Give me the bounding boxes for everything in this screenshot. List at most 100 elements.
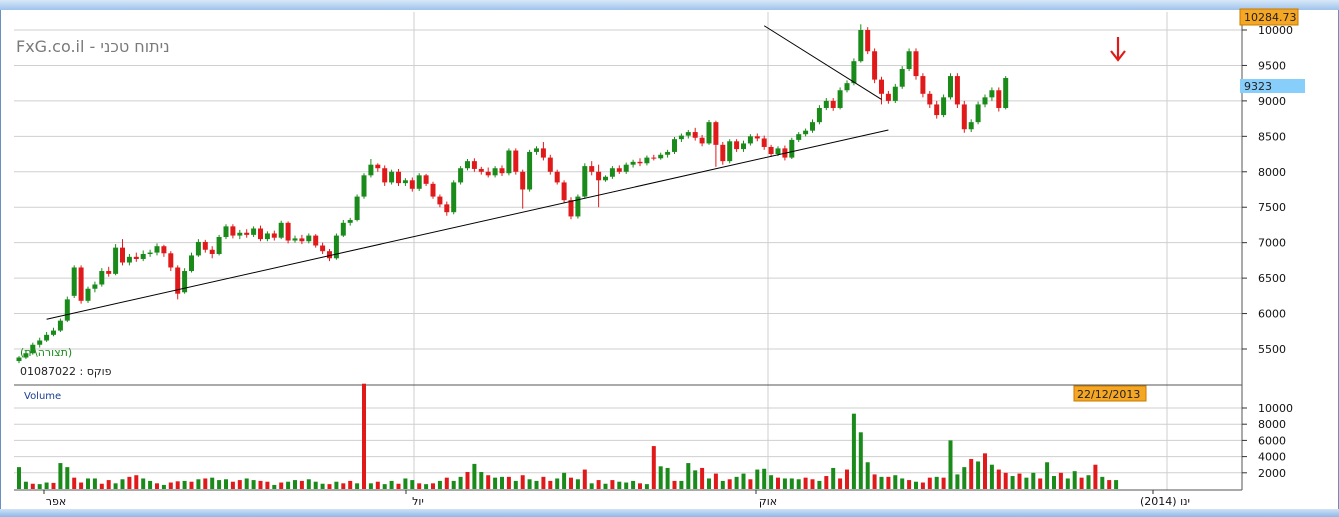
volume-bar bbox=[983, 453, 987, 489]
candle-body bbox=[126, 256, 132, 263]
candle bbox=[547, 154, 553, 175]
candle-body bbox=[195, 241, 201, 256]
candle-body bbox=[609, 168, 615, 177]
volume-bar bbox=[527, 479, 532, 489]
volume-bar bbox=[258, 480, 263, 489]
candle-body bbox=[823, 100, 829, 108]
volume-bar bbox=[548, 480, 553, 489]
candle bbox=[278, 220, 284, 240]
candle bbox=[513, 148, 519, 175]
volume-bar bbox=[955, 474, 960, 489]
volume-bar bbox=[934, 476, 939, 489]
candle bbox=[478, 166, 484, 175]
candlestick-chart: 5500 6000 6500 7000 7500 8000 8500 9000 9500 1000… bbox=[14, 8, 1305, 508]
candle-body bbox=[761, 138, 767, 147]
legend-text: (תצורה\ית) bbox=[20, 346, 72, 359]
volume-bar bbox=[541, 476, 546, 489]
date-tag: 22/12/2013 bbox=[1073, 385, 1147, 402]
candle-body bbox=[982, 97, 988, 105]
volume-bar bbox=[293, 480, 297, 489]
candle bbox=[934, 100, 940, 119]
candle-body bbox=[230, 226, 236, 236]
volume-bar bbox=[762, 468, 767, 489]
candle bbox=[589, 161, 595, 176]
candle-body bbox=[844, 83, 850, 91]
candle-body bbox=[292, 238, 298, 241]
candle-body bbox=[57, 320, 63, 331]
volume-bar bbox=[451, 480, 456, 489]
volume-bar bbox=[748, 479, 753, 489]
candle bbox=[927, 90, 933, 108]
candle bbox=[216, 234, 222, 256]
volume-bar bbox=[279, 482, 284, 489]
volume-bar bbox=[948, 440, 953, 489]
candle-body bbox=[534, 148, 539, 152]
volume-bar bbox=[651, 446, 656, 489]
candle bbox=[499, 165, 505, 177]
candle-body bbox=[223, 226, 229, 237]
volume-bar bbox=[879, 476, 884, 489]
candle bbox=[451, 180, 457, 215]
candle-body bbox=[451, 182, 457, 213]
volume-bar bbox=[506, 476, 511, 489]
volume-bar bbox=[51, 482, 56, 489]
volume-bar bbox=[713, 473, 718, 489]
volume-bar bbox=[161, 484, 166, 489]
price-tick-label: 9000 bbox=[1258, 95, 1286, 108]
candle bbox=[492, 166, 498, 178]
price-tick-label: 8500 bbox=[1258, 130, 1286, 143]
volume-bar bbox=[900, 478, 905, 489]
candle bbox=[810, 119, 815, 133]
candle-body bbox=[630, 161, 636, 165]
candle bbox=[465, 159, 470, 171]
volume-bar bbox=[803, 477, 808, 489]
candle bbox=[575, 194, 581, 219]
volume-bar bbox=[299, 480, 304, 489]
volume-axis-ticks: 2000 4000 6000 8000 10000 bbox=[1242, 402, 1293, 480]
candle bbox=[258, 225, 263, 242]
volume-bar bbox=[72, 477, 77, 489]
candle bbox=[713, 120, 719, 167]
candle bbox=[51, 327, 56, 337]
candle-body bbox=[85, 288, 91, 301]
candle bbox=[78, 265, 84, 304]
volume-bar bbox=[907, 480, 912, 489]
candle bbox=[423, 173, 429, 186]
candle-body bbox=[720, 144, 726, 162]
volume-bar bbox=[1065, 478, 1070, 489]
volume-bar bbox=[672, 480, 677, 489]
candle-body bbox=[803, 130, 809, 135]
volume-bar bbox=[789, 478, 794, 489]
candle bbox=[444, 201, 450, 216]
volume-bar bbox=[424, 484, 429, 489]
volume-bar bbox=[23, 481, 28, 489]
volume-bar bbox=[30, 483, 35, 489]
volume-bar bbox=[969, 459, 974, 489]
candle bbox=[651, 154, 657, 161]
volume-bar bbox=[893, 475, 898, 489]
volume-bar bbox=[941, 477, 946, 489]
volume-bar bbox=[106, 480, 111, 489]
candle bbox=[485, 167, 491, 178]
candle-body bbox=[699, 137, 705, 144]
candle bbox=[354, 194, 360, 222]
trendline bbox=[763, 25, 882, 100]
candle bbox=[665, 149, 671, 158]
candle-body bbox=[989, 90, 995, 98]
volume-bar bbox=[224, 479, 228, 489]
volume-bar bbox=[444, 477, 449, 489]
volume-bar bbox=[1045, 462, 1050, 489]
candle-body bbox=[168, 253, 174, 268]
candle bbox=[382, 165, 388, 186]
candle-body bbox=[865, 30, 871, 52]
candle-body bbox=[271, 233, 277, 238]
volume-bar bbox=[92, 478, 97, 489]
candle-body bbox=[320, 245, 326, 252]
candle bbox=[92, 281, 98, 293]
volume-bar bbox=[996, 469, 1001, 489]
candle-body bbox=[147, 252, 153, 255]
volume-bar bbox=[1031, 472, 1036, 489]
candle-body bbox=[375, 164, 381, 169]
candle bbox=[789, 137, 795, 160]
candle bbox=[306, 233, 312, 244]
